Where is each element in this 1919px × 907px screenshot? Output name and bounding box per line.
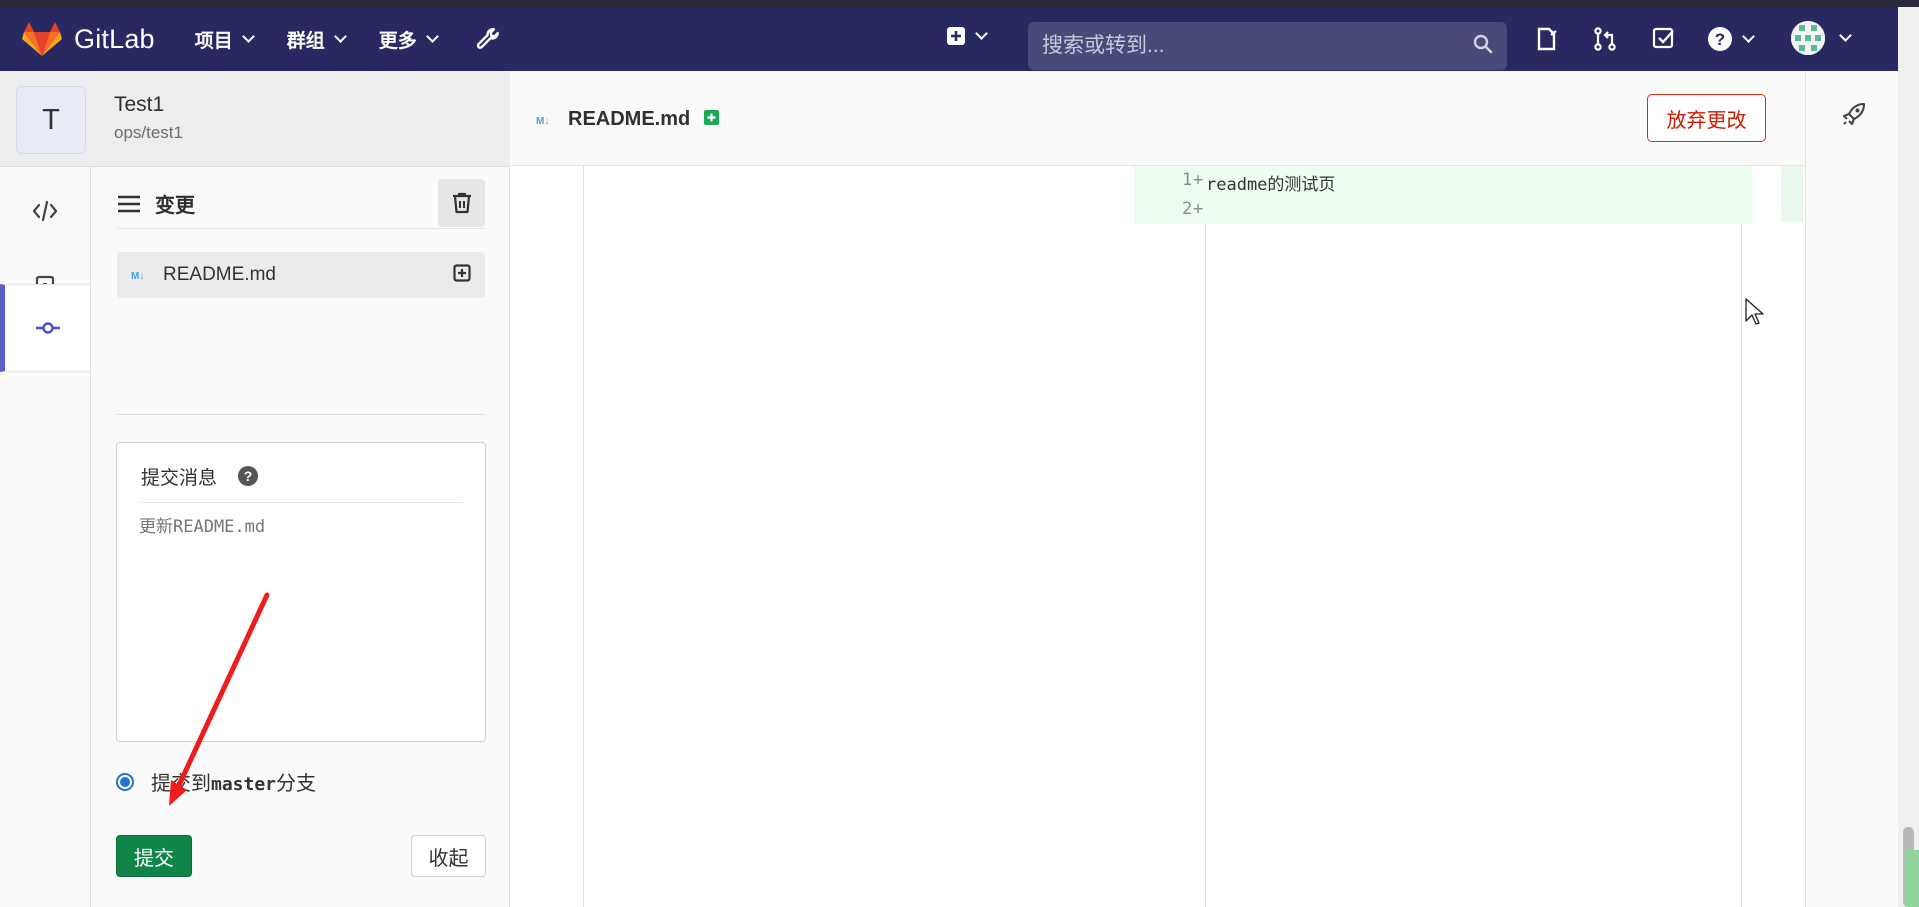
avatar	[1791, 21, 1825, 55]
new-item-dropdown[interactable]	[946, 26, 988, 46]
plus-square-icon	[947, 27, 965, 45]
changed-file-name: README.md	[163, 264, 276, 285]
markdown-icon: M↓	[131, 271, 144, 281]
right-sidebar	[1805, 71, 1898, 907]
diff-marker: +	[1193, 170, 1204, 190]
gutter-divider	[583, 166, 584, 907]
trash-icon	[452, 192, 471, 214]
code-icon	[32, 200, 58, 222]
project-avatar: T	[16, 86, 86, 154]
project-name: Test1	[114, 93, 165, 116]
discard-changes-button[interactable]: 放弃更改	[1647, 94, 1766, 142]
page-scrollbar[interactable]	[1898, 7, 1919, 907]
merge-request-icon[interactable]	[1593, 26, 1617, 52]
chevron-down-icon	[241, 30, 255, 43]
mouse-cursor-icon	[1745, 298, 1764, 325]
changed-file-item[interactable]: M↓ README.md	[117, 252, 485, 298]
ruler-divider	[1741, 166, 1742, 907]
top-navbar: GitLab 项目 群组 更多 ?	[0, 7, 1898, 71]
svg-text:?: ?	[244, 468, 253, 484]
menu-more[interactable]: 更多	[378, 26, 439, 53]
project-path: ops/test1	[114, 123, 183, 142]
question-circle-icon: ?	[1708, 27, 1732, 51]
markdown-icon: M↓	[536, 116, 549, 126]
discard-all-button[interactable]	[438, 179, 485, 227]
chevron-down-icon	[1742, 30, 1755, 43]
scrollbar-change-marker	[1905, 850, 1919, 907]
user-menu[interactable]	[1791, 21, 1852, 55]
diff-marker: +	[1193, 199, 1204, 219]
changes-title: 变更	[155, 195, 195, 217]
commit-mode-button[interactable]	[0, 284, 90, 372]
question-circle-icon[interactable]: ?	[237, 465, 259, 492]
commit-box-divider	[141, 502, 463, 503]
editor-tab-bar: M↓ README.md 放弃更改	[510, 71, 1805, 166]
line-number: 2	[1182, 199, 1193, 219]
commit-icon	[35, 322, 60, 334]
file-added-icon	[704, 109, 720, 130]
window-top-strip	[0, 0, 1919, 7]
ide-activity-bar	[0, 167, 91, 907]
chevron-down-icon	[425, 30, 439, 43]
search-input[interactable]	[1042, 34, 1462, 58]
help-dropdown[interactable]: ?	[1707, 26, 1755, 52]
line-number: 1	[1182, 170, 1193, 190]
svg-text:M↓: M↓	[131, 271, 144, 281]
code-line: readme的测试页	[1206, 175, 1336, 195]
tanuki-icon	[22, 22, 62, 56]
annotation-arrow	[169, 592, 270, 806]
panel-divider	[117, 414, 485, 415]
editor-tab-filename: README.md	[568, 108, 691, 130]
minimap-change-marker	[1781, 166, 1803, 222]
menu-more-label: 更多	[378, 30, 417, 52]
admin-wrench-icon[interactable]	[475, 26, 501, 53]
diff-editor[interactable]: 1 + readme的测试页 2 +	[510, 166, 1805, 907]
menu-projects[interactable]: 项目	[194, 26, 255, 53]
menu-groups[interactable]: 群组	[286, 26, 347, 53]
project-header[interactable]: T Test1 ops/test1	[0, 71, 510, 167]
brand-name: GitLab	[74, 23, 155, 54]
changes-header: 变更	[117, 179, 485, 229]
menu-projects-label: 项目	[194, 30, 233, 52]
collapse-button[interactable]: 收起	[411, 835, 486, 877]
menu-groups-label: 群组	[286, 30, 325, 52]
chevron-down-icon	[333, 30, 347, 43]
radio-suffix: 分支	[276, 773, 317, 795]
gitlab-logo[interactable]: GitLab	[22, 21, 155, 57]
commit-panel: 变更 M↓ README.md 提交消息 ? 提交到master分支 提交 收起	[91, 167, 510, 907]
file-added-icon[interactable]	[453, 263, 471, 287]
issues-icon[interactable]	[1535, 26, 1559, 52]
chevron-down-icon	[1839, 29, 1852, 42]
commit-message-label: 提交消息	[141, 468, 218, 489]
todo-icon[interactable]	[1652, 26, 1676, 50]
commit-to-branch-radio[interactable]	[116, 772, 134, 791]
editor-tab[interactable]: M↓ README.md	[536, 108, 720, 131]
gutter-divider	[1205, 166, 1206, 907]
diff-added-line	[1134, 195, 1752, 224]
search-bar[interactable]	[1028, 22, 1507, 70]
svg-text:?: ?	[1715, 30, 1725, 49]
search-icon	[1473, 34, 1493, 59]
radio-selected-dot	[120, 776, 130, 787]
svg-text:M↓: M↓	[536, 116, 549, 126]
chevron-down-icon	[975, 27, 988, 40]
list-icon	[118, 195, 140, 212]
rocket-icon[interactable]	[1841, 101, 1867, 132]
commit-button[interactable]: 提交	[116, 835, 192, 877]
